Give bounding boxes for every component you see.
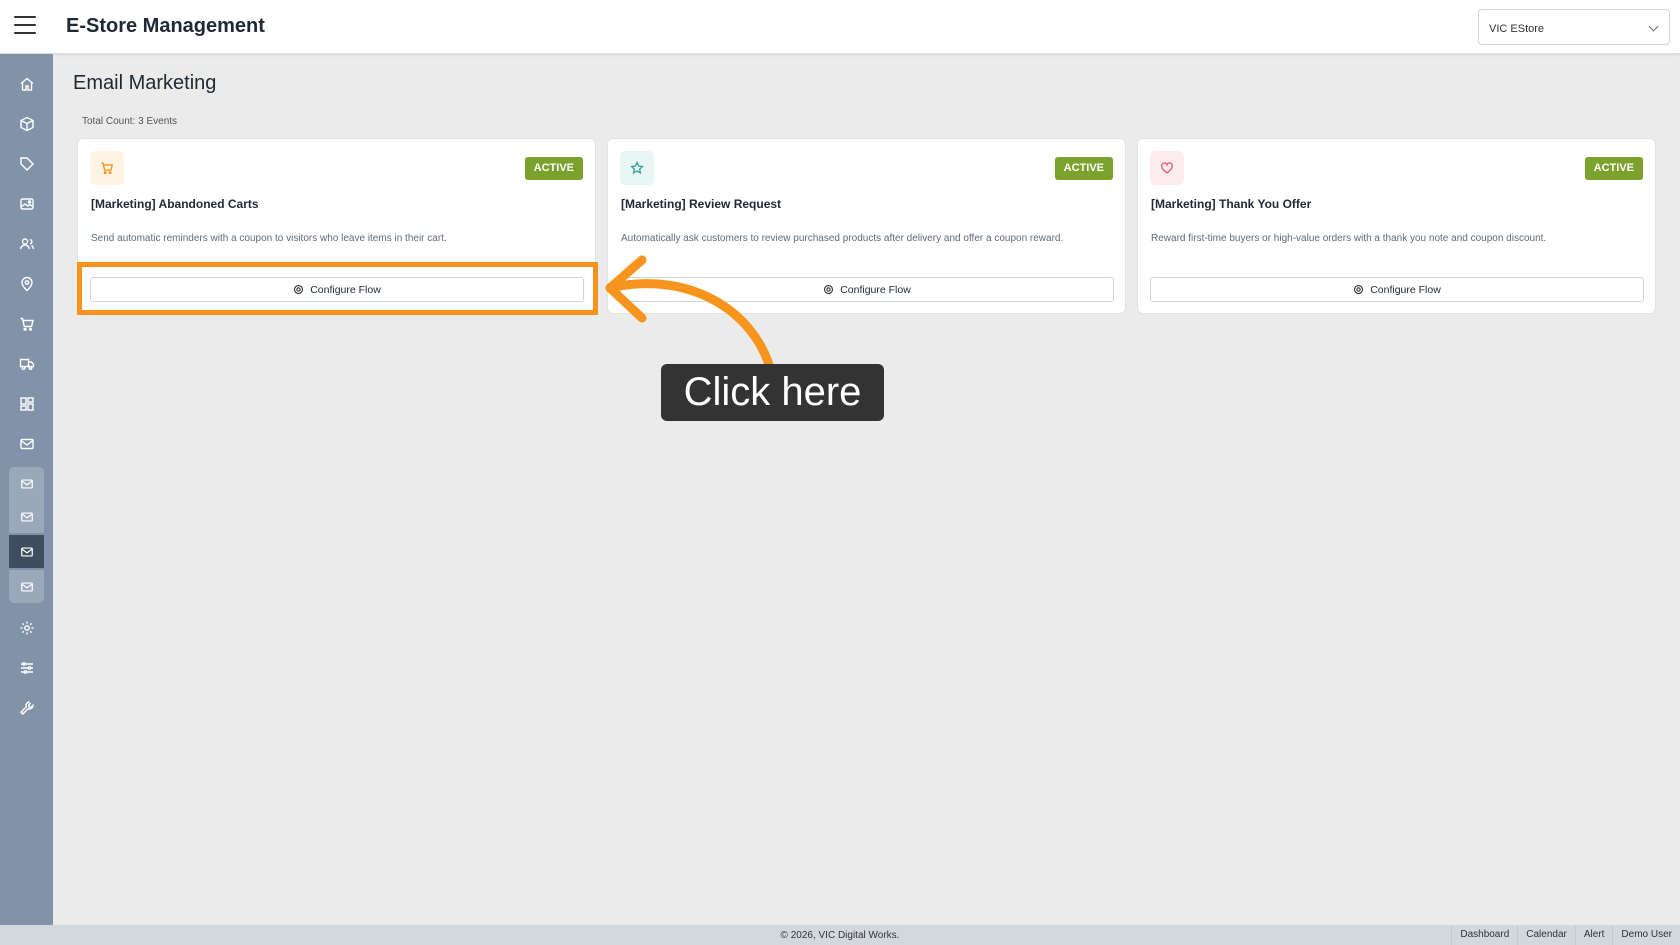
- sidebar-item-orders[interactable]: [0, 307, 53, 341]
- card-icon-badge: [90, 151, 124, 185]
- top-bar: E-Store Management VIC EStore: [0, 0, 1680, 54]
- card-title: [Marketing] Review Request: [621, 197, 782, 211]
- card-icon-badge: [1150, 151, 1184, 185]
- home-icon: [20, 77, 33, 91]
- sidebar-subitem-email-4[interactable]: [9, 570, 44, 603]
- event-card-abandoned-carts: ACTIVE [Marketing] Abandoned Carts Send …: [77, 138, 596, 314]
- sidebar-subitem-email-2[interactable]: [9, 500, 44, 533]
- card-title: [Marketing] Thank You Offer: [1151, 197, 1312, 211]
- status-badge: ACTIVE: [1054, 157, 1113, 180]
- mail-icon: [20, 546, 33, 557]
- footer: © 2026, VIC Digital Works. Dashboard Cal…: [0, 925, 1680, 945]
- gear-icon: [294, 284, 304, 295]
- configure-flow-label: Configure Flow: [840, 283, 911, 296]
- sidebar-item-tags[interactable]: [0, 147, 53, 181]
- sidebar-item-preferences[interactable]: [0, 651, 53, 685]
- gear-icon: [824, 284, 834, 295]
- page-title: Email Marketing: [73, 72, 217, 94]
- footer-link-alert[interactable]: Alert: [1574, 925, 1613, 945]
- sidebar-item-shipping[interactable]: [0, 347, 53, 381]
- store-selector[interactable]: VIC EStore: [1478, 9, 1670, 45]
- footer-link-calendar[interactable]: Calendar: [1517, 925, 1575, 945]
- configure-flow-label: Configure Flow: [310, 283, 381, 296]
- image-icon: [19, 198, 34, 210]
- sidebar-item-locations[interactable]: [0, 267, 53, 301]
- mail-icon: [20, 478, 33, 489]
- configure-flow-button[interactable]: Configure Flow: [620, 277, 1114, 302]
- footer-link-user[interactable]: Demo User: [1612, 925, 1680, 945]
- wrench-icon: [19, 701, 34, 715]
- configure-flow-button[interactable]: Configure Flow: [90, 277, 584, 302]
- grid-icon: [19, 397, 34, 411]
- configure-flow-button[interactable]: Configure Flow: [1150, 277, 1644, 302]
- sidebar: [0, 54, 53, 925]
- gear-icon: [20, 621, 33, 635]
- cart-icon: [101, 162, 114, 175]
- configure-flow-label: Configure Flow: [1370, 283, 1441, 296]
- sidebar-item-products[interactable]: [0, 107, 53, 141]
- status-badge: ACTIVE: [524, 157, 583, 180]
- sidebar-subitem-email-marketing[interactable]: [9, 535, 44, 568]
- sliders-icon: [20, 662, 33, 674]
- card-icon-badge: [620, 151, 654, 185]
- box-icon: [19, 116, 34, 132]
- users-icon: [19, 238, 34, 250]
- sidebar-subitem-email-1[interactable]: [9, 467, 44, 500]
- sidebar-item-media[interactable]: [0, 187, 53, 221]
- footer-link-dashboard[interactable]: Dashboard: [1451, 925, 1517, 945]
- app-title: E-Store Management: [66, 15, 265, 37]
- location-pin-icon: [20, 276, 33, 292]
- sidebar-item-dashboard[interactable]: [0, 387, 53, 421]
- mail-icon: [20, 511, 33, 522]
- card-title: [Marketing] Abandoned Carts: [91, 197, 259, 211]
- copyright: © 2026, VIC Digital Works.: [780, 930, 900, 941]
- card-description: Automatically ask customers to review pu…: [621, 233, 1064, 244]
- event-card-thank-you-offer: ACTIVE [Marketing] Thank You Offer Rewar…: [1137, 138, 1656, 314]
- gear-icon: [1354, 284, 1364, 295]
- footer-links: Dashboard Calendar Alert Demo User: [1451, 925, 1680, 945]
- sidebar-item-home[interactable]: [0, 67, 53, 101]
- total-count: Total Count: 3 Events: [82, 116, 178, 127]
- card-description: Reward first-time buyers or high-value o…: [1151, 233, 1547, 244]
- chevron-down-icon: [1648, 21, 1659, 32]
- store-selector-value: VIC EStore: [1489, 23, 1545, 35]
- sidebar-item-email[interactable]: [0, 427, 53, 461]
- click-here-callout: Click here: [661, 364, 884, 421]
- tag-icon: [19, 157, 34, 171]
- cart-icon: [20, 317, 34, 331]
- sidebar-item-customers[interactable]: [0, 227, 53, 261]
- mail-icon: [20, 581, 33, 592]
- status-badge: ACTIVE: [1584, 157, 1643, 180]
- card-description: Send automatic reminders with a coupon t…: [91, 233, 447, 244]
- star-icon: [630, 161, 644, 175]
- menu-icon[interactable]: [14, 16, 36, 36]
- heart-icon: [1161, 162, 1173, 174]
- truck-icon: [19, 358, 34, 370]
- sidebar-item-tools[interactable]: [0, 691, 53, 725]
- mail-icon: [19, 438, 34, 450]
- sidebar-item-settings[interactable]: [0, 611, 53, 645]
- event-card-review-request: ACTIVE [Marketing] Review Request Automa…: [607, 138, 1126, 314]
